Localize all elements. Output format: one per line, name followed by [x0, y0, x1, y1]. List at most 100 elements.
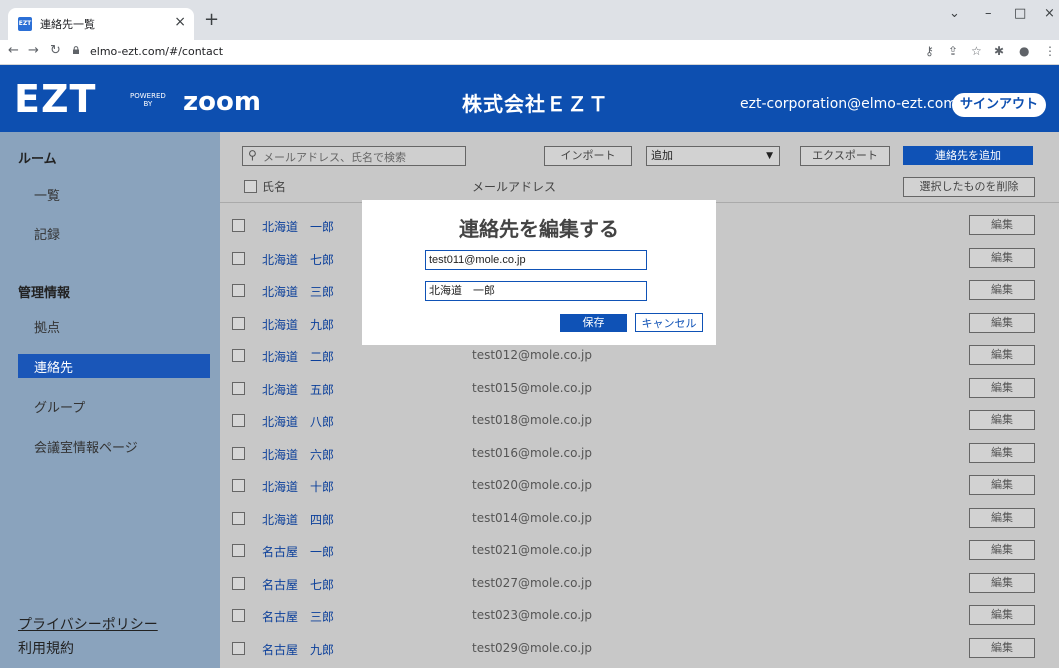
contact-name-link[interactable]: 名古屋 九郎: [262, 641, 334, 658]
search-placeholder: メールアドレス、氏名で検索: [263, 151, 406, 164]
contact-name-link[interactable]: 北海道 九郎: [262, 316, 334, 333]
column-header-email: メールアドレス: [472, 180, 557, 194]
contact-name-link[interactable]: 北海道 五郎: [262, 381, 334, 398]
contact-email: test027@mole.co.jp: [472, 575, 593, 590]
row-checkbox[interactable]: [232, 349, 245, 362]
row-checkbox[interactable]: [232, 251, 245, 265]
minimize-icon[interactable]: –: [985, 6, 992, 21]
tab-search-chevron-icon[interactable]: ⌄: [949, 6, 960, 21]
window-close-icon[interactable]: ×: [1044, 6, 1055, 21]
signout-button[interactable]: サインアウト: [952, 93, 1047, 117]
row-checkbox[interactable]: [232, 316, 245, 330]
table-row: 名古屋 三郎 test023@mole.co.jp 編集: [220, 600, 1059, 632]
edit-button[interactable]: 編集: [969, 507, 1035, 528]
edit-button[interactable]: 編集: [969, 345, 1035, 365]
edit-button[interactable]: 編集: [969, 312, 1035, 333]
edit-button[interactable]: 編集: [969, 442, 1035, 463]
share-icon[interactable]: ⇪: [948, 44, 958, 58]
row-checkbox[interactable]: [232, 609, 245, 622]
privacy-policy-link[interactable]: プライバシーポリシー: [18, 614, 158, 634]
contact-name-link[interactable]: 北海道 八郎: [262, 413, 334, 430]
contact-name-link[interactable]: 北海道 三郎: [262, 283, 334, 300]
back-icon[interactable]: ←: [8, 43, 19, 58]
delete-selected-button[interactable]: 選択したものを削除: [903, 177, 1035, 197]
dialog-title: 連絡先を編集する: [459, 217, 619, 241]
edit-button[interactable]: 編集: [969, 605, 1035, 625]
sidebar-item-groups[interactable]: グループ: [34, 397, 85, 416]
extensions-icon[interactable]: ✱: [994, 44, 1004, 58]
select-all-checkbox[interactable]: [244, 180, 257, 193]
row-checkbox[interactable]: [232, 576, 245, 590]
contact-name-link[interactable]: 名古屋 三郎: [262, 608, 334, 625]
search-input[interactable]: ⚲ メールアドレス、氏名で検索: [242, 146, 466, 166]
edit-button[interactable]: 編集: [969, 637, 1035, 658]
sidebar-item-list[interactable]: 一覧: [34, 185, 60, 204]
sidebar-item-meeting-room-info[interactable]: 会議室情報ページ: [34, 437, 138, 456]
reload-icon[interactable]: ↻: [50, 43, 61, 58]
new-tab-icon[interactable]: +: [204, 10, 219, 30]
save-button[interactable]: 保存: [560, 314, 627, 332]
add-contact-button[interactable]: 連絡先を追加: [903, 146, 1033, 165]
row-checkbox[interactable]: [232, 284, 245, 297]
edit-button[interactable]: 編集: [969, 280, 1035, 300]
forward-icon[interactable]: →: [28, 43, 39, 58]
bookmark-star-icon[interactable]: ☆: [971, 44, 982, 58]
close-tab-icon[interactable]: ×: [174, 14, 186, 30]
action-select-value: 追加: [651, 149, 673, 162]
terms-link[interactable]: 利用規約: [18, 638, 74, 658]
ezt-logo: EZT: [14, 77, 97, 121]
contact-email: test012@mole.co.jp: [472, 348, 593, 362]
menu-icon[interactable]: ⋮: [1044, 44, 1056, 58]
table-row: 北海道 十郎 test020@mole.co.jp 編集: [220, 470, 1059, 502]
sidebar-item-records[interactable]: 記録: [34, 224, 60, 243]
contact-email: test021@mole.co.jp: [472, 543, 593, 557]
maximize-icon[interactable]: □: [1014, 6, 1026, 21]
row-checkbox[interactable]: [232, 511, 245, 525]
sidebar-item-contacts[interactable]: 連絡先: [18, 354, 210, 378]
row-checkbox[interactable]: [232, 479, 245, 492]
row-checkbox[interactable]: [232, 381, 245, 395]
row-checkbox[interactable]: [232, 544, 245, 557]
contact-name-link[interactable]: 北海道 十郎: [262, 478, 334, 495]
row-checkbox[interactable]: [232, 219, 245, 232]
key-icon[interactable]: ⚷: [925, 44, 934, 58]
edit-button[interactable]: 編集: [969, 475, 1035, 495]
contact-name-link[interactable]: 名古屋 一郎: [262, 543, 334, 560]
browser-tab[interactable]: EZT 連絡先一覧 ×: [8, 8, 194, 40]
cancel-button[interactable]: キャンセル: [635, 313, 703, 332]
contact-name-link[interactable]: 北海道 六郎: [262, 446, 334, 463]
edit-button[interactable]: 編集: [969, 215, 1035, 235]
edit-button[interactable]: 編集: [969, 377, 1035, 398]
table-row: 名古屋 九郎 test029@mole.co.jp 編集: [220, 633, 1059, 665]
edit-button[interactable]: 編集: [969, 540, 1035, 560]
contact-email: test018@mole.co.jp: [472, 413, 593, 427]
contact-email: test020@mole.co.jp: [472, 478, 593, 492]
row-checkbox[interactable]: [232, 641, 245, 655]
url-text[interactable]: elmo-ezt.com/#/contact: [90, 45, 223, 58]
contact-name-link[interactable]: 北海道 七郎: [262, 251, 334, 268]
edit-button[interactable]: 編集: [969, 410, 1035, 430]
company-name: 株式会社ＥＺＴ: [462, 92, 609, 116]
table-row: 北海道 四郎 test014@mole.co.jp 編集: [220, 503, 1059, 535]
email-field[interactable]: [425, 250, 647, 270]
edit-button[interactable]: 編集: [969, 247, 1035, 268]
edit-contact-dialog: 連絡先を編集する 保存 キャンセル: [362, 200, 716, 345]
contact-name-link[interactable]: 北海道 四郎: [262, 511, 334, 528]
contact-name-link[interactable]: 北海道 一郎: [262, 218, 334, 235]
sidebar: ルーム 一覧 記録 管理情報 拠点 連絡先 グループ 会議室情報ページ プライバ…: [0, 132, 220, 668]
contact-name-link[interactable]: 名古屋 七郎: [262, 576, 334, 593]
row-checkbox[interactable]: [232, 414, 245, 427]
table-row: 北海道 五郎 test015@mole.co.jp 編集: [220, 373, 1059, 405]
import-button[interactable]: インポート: [544, 146, 632, 166]
powered-text: POWERED: [130, 92, 166, 100]
name-field[interactable]: [425, 281, 647, 301]
app-header: EZT POWERED BY zoom 株式会社ＥＺＴ ezt-corporat…: [0, 65, 1059, 132]
row-checkbox[interactable]: [232, 446, 245, 460]
by-text: BY: [143, 100, 153, 108]
edit-button[interactable]: 編集: [969, 572, 1035, 593]
profile-icon[interactable]: ●: [1019, 44, 1029, 58]
contact-name-link[interactable]: 北海道 二郎: [262, 348, 334, 365]
export-button[interactable]: エクスポート: [800, 146, 890, 166]
sidebar-item-locations[interactable]: 拠点: [34, 317, 60, 336]
action-select[interactable]: 追加 ▼: [646, 146, 780, 166]
